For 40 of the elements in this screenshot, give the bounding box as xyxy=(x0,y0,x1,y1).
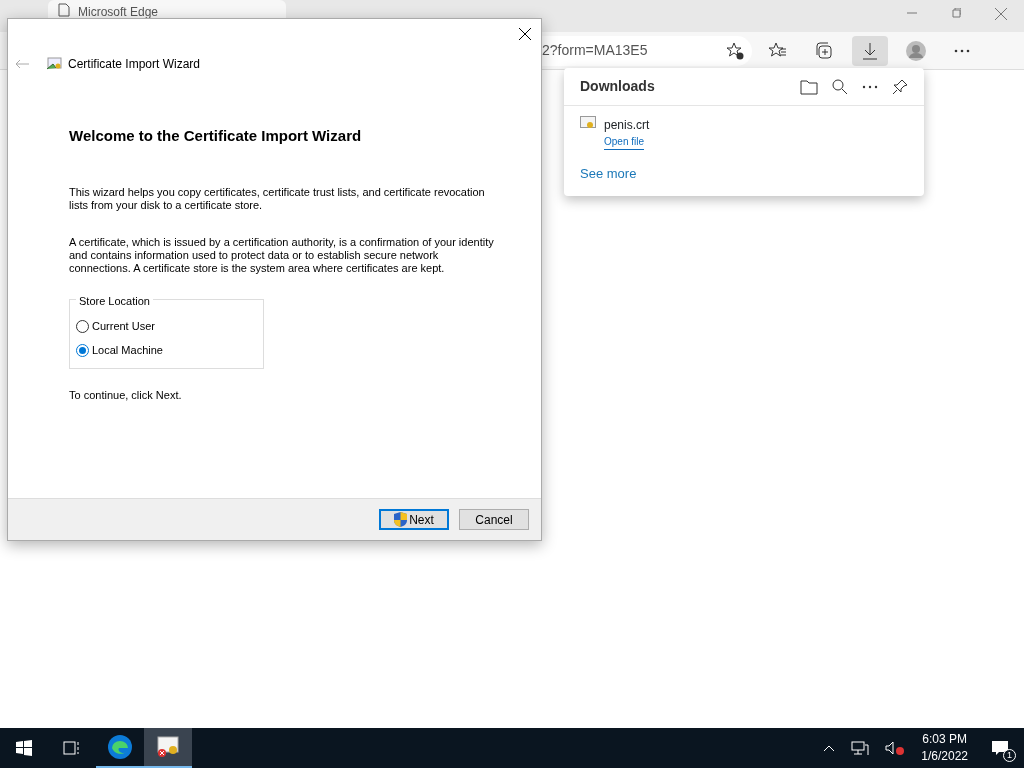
tab-title: Microsoft Edge xyxy=(78,4,159,21)
see-more-link[interactable]: See more xyxy=(564,160,653,188)
description-text: This wizard helps you copy certificates, certificate trust lists, and certificate revocation lists from your disk to a certificate store. xyxy=(69,185,486,212)
panel-title: Downloads xyxy=(580,77,655,96)
description-text: A certificate, which is issued by a certification authority, is a confirmation of your identity and contains information used to protect data or to establish secure network connections. A certificate store is the system area where certificates are kept. xyxy=(69,235,495,276)
download-icon[interactable] xyxy=(860,40,880,61)
page-icon xyxy=(58,3,70,17)
search-icon[interactable] xyxy=(832,78,848,95)
shield-icon xyxy=(394,512,408,527)
pin-icon[interactable] xyxy=(892,78,908,95)
avatar-icon[interactable] xyxy=(906,40,926,61)
notification-icon[interactable] xyxy=(991,740,1009,756)
clock-time[interactable]: 6:03 PM xyxy=(921,731,968,748)
folder-icon[interactable] xyxy=(800,78,818,95)
open-file-link[interactable]: Open file xyxy=(604,134,645,150)
start-icon[interactable] xyxy=(16,740,32,756)
dialog-title: Certificate Import Wizard xyxy=(68,56,201,73)
instruction-text: To continue, click Next. xyxy=(69,389,183,403)
radio-option[interactable]: Current User xyxy=(76,314,255,339)
certificate-icon[interactable] xyxy=(155,734,181,760)
certificate-file-icon xyxy=(580,116,596,130)
address-bar[interactable]: 2?form=MA13E5 xyxy=(540,35,752,66)
volume-muted-icon[interactable] xyxy=(885,740,906,756)
network-icon[interactable] xyxy=(851,740,870,756)
certificate-wizard-icon xyxy=(46,56,62,72)
clock-date[interactable]: 1/6/2022 xyxy=(921,748,968,765)
cancel-button[interactable]: Cancel xyxy=(459,509,529,530)
collections-icon[interactable] xyxy=(814,40,834,61)
wizard-heading: Welcome to the Certificate Import Wizard xyxy=(69,126,363,146)
radio-option[interactable]: Local Machine xyxy=(76,338,255,363)
chevron-up-icon[interactable] xyxy=(823,744,836,752)
restore-icon[interactable] xyxy=(951,8,961,18)
favorite-add-icon[interactable] xyxy=(726,42,744,61)
browser-icon[interactable] xyxy=(107,734,133,760)
address-text: 2?form=MA13E5 xyxy=(542,41,648,60)
close-icon[interactable] xyxy=(519,28,531,40)
next-button[interactable]: Next xyxy=(379,509,449,530)
notification-count: 1 xyxy=(1003,749,1016,762)
file-name: penis.crt xyxy=(604,117,650,134)
task-view-icon[interactable] xyxy=(63,740,81,756)
